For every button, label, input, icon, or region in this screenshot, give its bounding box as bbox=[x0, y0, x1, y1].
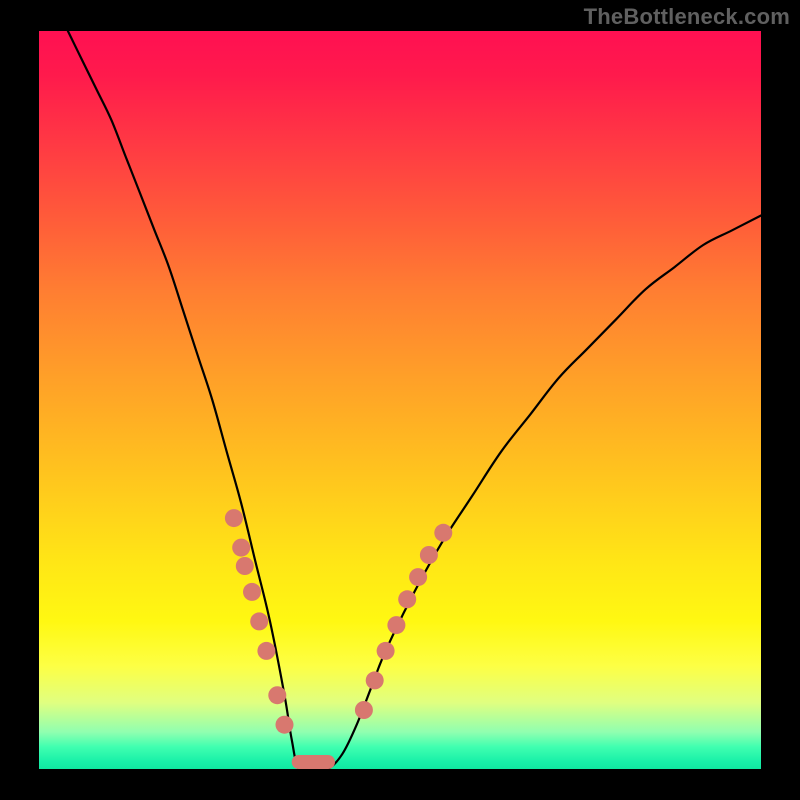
data-marker bbox=[434, 524, 452, 542]
bottleneck-curve bbox=[68, 31, 761, 769]
data-marker bbox=[355, 701, 373, 719]
data-marker bbox=[268, 686, 286, 704]
data-marker bbox=[232, 539, 250, 557]
chart-frame: TheBottleneck.com bbox=[0, 0, 800, 800]
marker-group bbox=[225, 509, 452, 734]
data-marker bbox=[236, 557, 254, 575]
data-marker bbox=[398, 590, 416, 608]
data-marker bbox=[276, 716, 294, 734]
data-marker bbox=[377, 642, 395, 660]
minimum-plateau bbox=[292, 755, 335, 769]
data-marker bbox=[243, 583, 261, 601]
data-marker bbox=[409, 568, 427, 586]
data-marker bbox=[387, 616, 405, 634]
data-marker bbox=[257, 642, 275, 660]
watermark-text: TheBottleneck.com bbox=[584, 4, 790, 30]
data-marker bbox=[225, 509, 243, 527]
plot-area bbox=[39, 31, 761, 769]
chart-overlay bbox=[39, 31, 761, 769]
minimum-band bbox=[292, 755, 335, 769]
data-marker bbox=[366, 671, 384, 689]
data-marker bbox=[420, 546, 438, 564]
data-marker bbox=[250, 612, 268, 630]
